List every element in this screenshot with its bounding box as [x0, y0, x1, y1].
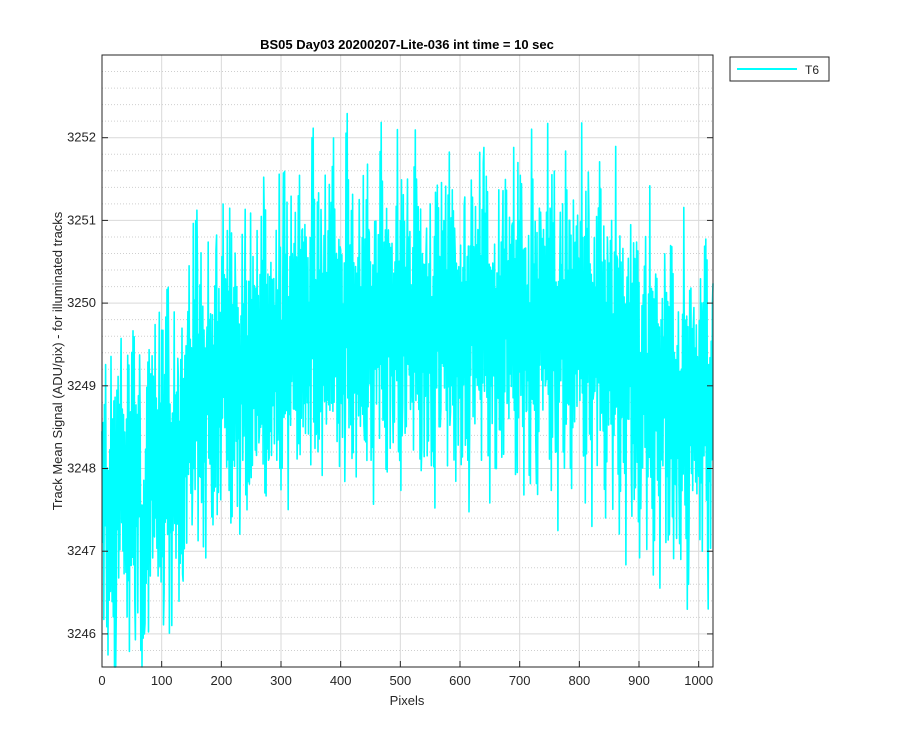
x-tick-label: 300 [270, 673, 292, 688]
legend-label-t6: T6 [805, 63, 819, 77]
y-tick-label: 3249 [67, 378, 96, 393]
y-axis-label: Track Mean Signal (ADU/pix) - for illumi… [50, 211, 65, 510]
y-tick-label: 3251 [67, 212, 96, 227]
chart-title: BS05 Day03 20200207-Lite-036 int time = … [260, 37, 554, 52]
x-tick-label: 1000 [684, 673, 713, 688]
y-tick-label: 3250 [67, 295, 96, 310]
x-tick-label: 600 [449, 673, 471, 688]
legend: T6 [729, 56, 830, 82]
y-tick-label: 3247 [67, 543, 96, 558]
x-tick-label: 400 [330, 673, 352, 688]
y-tick-label: 3246 [67, 626, 96, 641]
x-tick-label: 500 [389, 673, 411, 688]
x-tick-label: 700 [509, 673, 531, 688]
x-axis-label: Pixels [390, 693, 425, 708]
y-tick-label: 3248 [67, 461, 96, 476]
x-tick-label: 800 [568, 673, 590, 688]
x-tick-label: 100 [151, 673, 173, 688]
line-chart: 0 100 200 300 400 500 600 700 800 900 1000 3246 324… [50, 37, 830, 708]
y-tick-label: 3252 [67, 130, 96, 145]
x-tick-label: 900 [628, 673, 650, 688]
x-tick-label: 200 [210, 673, 232, 688]
x-tick-label: 0 [98, 673, 105, 688]
